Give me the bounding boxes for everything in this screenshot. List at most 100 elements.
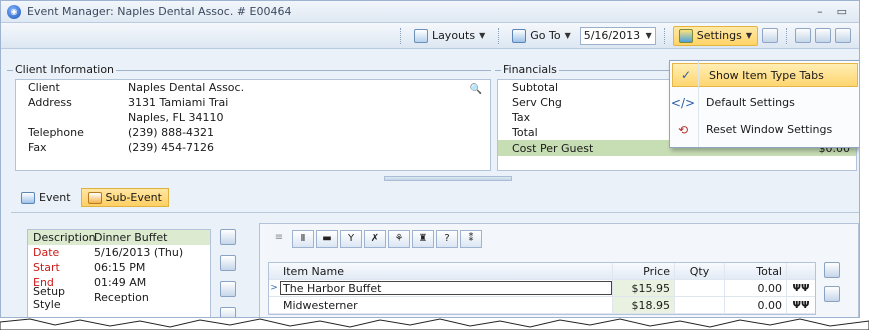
edit-icon[interactable] <box>220 281 236 297</box>
description-row: Description Dinner Buffet <box>28 230 210 245</box>
details-side-toolbar <box>220 229 236 317</box>
torn-edge-decoration <box>0 318 869 330</box>
item-type-tab[interactable]: ♜ <box>412 230 434 248</box>
add-item-icon[interactable] <box>824 286 840 302</box>
date-row: Date 5/16/2013 (Thu) <box>28 245 210 260</box>
toolbar-separator <box>663 27 665 44</box>
menu-item-label: Reset Window Settings <box>706 123 833 136</box>
toolbar-separator <box>399 27 401 44</box>
copy-icon[interactable] <box>824 262 840 278</box>
menu-item-label: Default Settings <box>706 96 795 109</box>
save-window-icon[interactable] <box>762 28 778 43</box>
header-item-name[interactable]: Item Name <box>279 263 613 279</box>
address-line-1: 3131 Tamiami Trai <box>128 96 229 109</box>
sub-event-details-panel: Description Dinner Buffet Date 5/16/2013… <box>27 229 211 317</box>
calendar-icon <box>21 191 35 204</box>
fax-row: Fax (239) 454-7126 <box>16 140 490 155</box>
total-cell: 0.00 <box>725 280 787 296</box>
chevron-down-icon[interactable]: ▼ <box>646 31 652 40</box>
panel-splitter[interactable] <box>384 176 512 181</box>
item-name-cell[interactable]: The Harbor Buffet <box>279 280 613 296</box>
description-value: Dinner Buffet <box>94 231 168 244</box>
setup-style-key: Setup Style <box>33 284 66 311</box>
toolbar: Layouts ▼ Go To ▼ 5/16/2013 ▼ Settings ▼ <box>1 23 859 49</box>
goto-date-value: 5/16/2013 <box>583 29 641 42</box>
start-value: 06:15 PM <box>94 261 146 274</box>
item-type-tab[interactable]: ? <box>436 230 458 248</box>
start-key: Start <box>33 261 60 274</box>
chevron-down-icon: ▼ <box>745 31 752 40</box>
end-value: 01:49 AM <box>94 276 147 289</box>
item-name-cell[interactable]: Midwesterner <box>279 297 613 313</box>
goto-button[interactable]: Go To ▼ <box>507 27 576 45</box>
goto-date-field[interactable]: 5/16/2013 ▼ <box>579 26 656 45</box>
telephone-row: Telephone (239) 888-4321 <box>16 125 490 140</box>
layouts-label: Layouts <box>431 29 476 42</box>
price-cell[interactable]: $15.95 <box>613 280 675 296</box>
description-key: Description <box>33 231 96 244</box>
header-qty[interactable]: Qty <box>675 263 725 279</box>
header-price[interactable]: Price <box>613 263 675 279</box>
window-title: Event Manager: Naples Dental Assoc. # E0… <box>27 5 292 18</box>
item-type-tab[interactable]: ✗ <box>364 230 386 248</box>
total-cell: 0.00 <box>725 297 787 313</box>
item-type-tab[interactable]: Y <box>340 230 362 248</box>
header-total[interactable]: Total <box>725 263 787 279</box>
setup-style-row: Setup Style Reception <box>28 285 210 311</box>
table-row[interactable]: > The Harbor Buffet $15.95 0.00 ΨΨ <box>269 280 815 297</box>
telephone-key: Telephone <box>28 126 84 139</box>
add-icon[interactable] <box>220 229 236 245</box>
maximize-button[interactable]: ▭ <box>837 5 847 18</box>
item-type-tabs: ≡ Ⅱ ▬ Y ✗ ⚘ ♜ ? ⁑ <box>268 230 482 248</box>
window-controls: – ▭ <box>817 5 859 18</box>
grid-side-toolbar <box>824 262 840 302</box>
layouts-icon <box>413 28 428 43</box>
address-key: Address <box>28 96 72 109</box>
settings-label: Settings <box>696 29 742 42</box>
tab-sub-event[interactable]: Sub-Event <box>80 188 169 207</box>
row-selector-icon: > <box>270 283 278 293</box>
cost-per-guest-label: Cost Per Guest <box>512 141 594 155</box>
qty-cell[interactable] <box>675 297 725 313</box>
client-value: Naples Dental Assoc. <box>128 81 245 94</box>
address-row: Address 3131 Tamiami Trai <box>16 95 490 110</box>
event-manager-window: ◉ Event Manager: Naples Dental Assoc. # … <box>0 0 860 318</box>
telephone-value: (239) 888-4321 <box>128 126 215 139</box>
item-type-tab[interactable]: ⚘ <box>388 230 410 248</box>
client-section-label: Client Information <box>13 63 117 76</box>
date-key: Date <box>33 246 60 259</box>
settings-icon <box>678 28 693 43</box>
qty-cell[interactable] <box>675 280 725 296</box>
layouts-button[interactable]: Layouts ▼ <box>409 27 490 45</box>
grid-icon[interactable] <box>815 28 831 43</box>
date-value: 5/16/2013 (Thu) <box>94 246 184 259</box>
menu-item-show-item-type-tabs[interactable]: ✓ Show Item Type Tabs <box>672 63 858 87</box>
address-row-2: Naples, FL 34110 <box>16 110 490 125</box>
remove-icon[interactable] <box>220 255 236 271</box>
start-row: Start 06:15 PM <box>28 260 210 275</box>
menu-item-label: Show Item Type Tabs <box>709 68 824 82</box>
table-row[interactable]: Midwesterner $18.95 0.00 ΨΨ <box>269 297 815 314</box>
client-info-panel: 🔍 Client Naples Dental Assoc. Address 31… <box>15 79 491 171</box>
print-icon[interactable] <box>835 28 851 43</box>
tab-divider <box>11 212 859 213</box>
event-tab-bar: Event Sub-Event <box>15 188 169 207</box>
search-icon[interactable]: 🔍 <box>470 84 482 95</box>
tab-event-label: Event <box>39 191 71 204</box>
goto-label: Go To <box>530 29 561 42</box>
settings-button[interactable]: Settings ▼ <box>672 25 758 46</box>
sub-event-icon <box>87 191 102 204</box>
layout-icon[interactable] <box>795 28 811 43</box>
minimize-button[interactable]: – <box>817 5 823 18</box>
tab-event[interactable]: Event <box>15 189 77 206</box>
item-type-tab[interactable]: ▬ <box>316 230 338 248</box>
item-type-tab[interactable]: ⁑ <box>460 230 482 248</box>
fax-key: Fax <box>28 141 47 154</box>
client-key: Client <box>28 81 60 94</box>
subtotal-label: Subtotal <box>512 81 559 94</box>
price-cell[interactable]: $18.95 <box>613 297 675 313</box>
grid-header: Item Name Price Qty Total <box>269 263 815 280</box>
item-type-tab[interactable]: Ⅱ <box>292 230 314 248</box>
title-bar: ◉ Event Manager: Naples Dental Assoc. # … <box>1 1 859 23</box>
app-icon: ◉ <box>7 4 21 19</box>
